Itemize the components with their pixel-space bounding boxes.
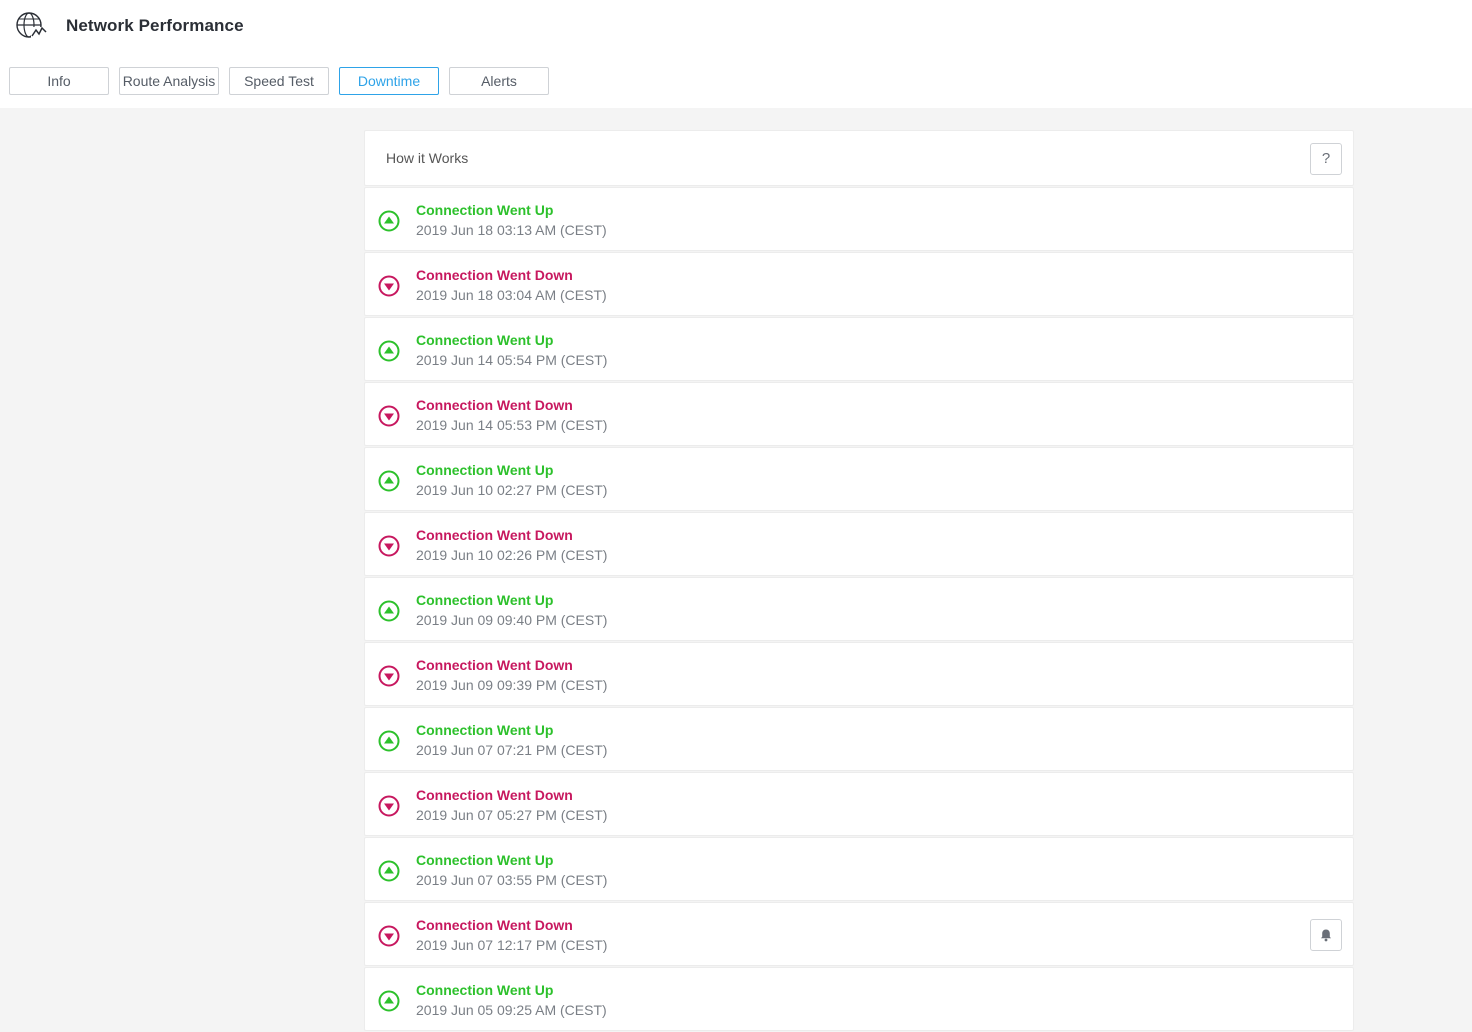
event-timestamp: 2019 Jun 10 02:26 PM (CEST) [416,547,608,563]
event-row: Connection Went Up 2019 Jun 14 05:54 PM (… [364,317,1354,381]
event-status: Connection Went Down [416,917,573,933]
bell-icon [1321,929,1331,942]
arrow-up-circle-icon [378,990,400,1012]
event-row: Connection Went Down 2019 Jun 07 12:17 PM… [364,902,1354,966]
help-button[interactable]: ? [1310,143,1342,175]
arrow-up-circle-icon [378,340,400,362]
event-row: Connection Went Up 2019 Jun 10 02:27 PM (… [364,447,1354,511]
event-status: Connection Went Up [416,202,554,218]
tab-alerts[interactable]: Alerts [449,67,549,95]
event-status: Connection Went Up [416,852,554,868]
bell-button[interactable] [1310,919,1342,951]
event-timestamp: 2019 Jun 07 03:55 PM (CEST) [416,872,608,888]
event-timestamp: 2019 Jun 18 03:04 AM (CEST) [416,287,607,303]
event-status: Connection Went Down [416,397,573,413]
tab-speed-test[interactable]: Speed Test [229,67,329,95]
arrow-down-circle-icon [378,925,400,947]
event-row: Connection Went Up 2019 Jun 07 03:55 PM (… [364,837,1354,901]
event-row: Connection Went Down 2019 Jun 10 02:26 PM… [364,512,1354,576]
event-timestamp: 2019 Jun 05 09:25 AM (CEST) [416,1002,607,1018]
arrow-up-circle-icon [378,470,400,492]
event-row: Connection Went Down 2019 Jun 07 05:27 PM… [364,772,1354,836]
event-timestamp: 2019 Jun 10 02:27 PM (CEST) [416,482,608,498]
arrow-down-circle-icon [378,275,400,297]
globe-chart-icon [16,12,48,38]
downtime-panel: How it Works ? Connection Went Up 2019 Ju… [364,130,1354,1032]
app-title: Network Performance [66,16,244,35]
arrow-up-circle-icon [378,730,400,752]
event-status: Connection Went Up [416,592,554,608]
event-status: Connection Went Down [416,267,573,283]
event-status: Connection Went Down [416,657,573,673]
event-timestamp: 2019 Jun 07 05:27 PM (CEST) [416,807,608,823]
event-row: Connection Went Up 2019 Jun 09 09:40 PM (… [364,577,1354,641]
event-timestamp: 2019 Jun 09 09:40 PM (CEST) [416,612,608,628]
arrow-down-circle-icon [378,405,400,427]
event-timestamp: 2019 Jun 07 12:17 PM (CEST) [416,937,608,953]
event-row: Connection Went Down 2019 Jun 18 03:04 AM… [364,252,1354,316]
event-timestamp: 2019 Jun 09 09:39 PM (CEST) [416,677,608,693]
event-status: Connection Went Up [416,722,554,738]
top-bar: Network Performance Info Route Analysis … [0,0,1472,108]
arrow-up-circle-icon [378,600,400,622]
event-status: Connection Went Down [416,787,573,803]
event-timestamp: 2019 Jun 14 05:54 PM (CEST) [416,352,608,368]
tab-downtime[interactable]: Downtime [339,67,439,95]
event-status: Connection Went Down [416,527,573,543]
arrow-down-circle-icon [378,535,400,557]
event-status: Connection Went Up [416,462,554,478]
arrow-down-circle-icon [378,665,400,687]
event-status: Connection Went Up [416,332,554,348]
event-row: Connection Went Up 2019 Jun 18 03:13 AM (… [364,187,1354,251]
event-row: Connection Went Down 2019 Jun 09 09:39 PM… [364,642,1354,706]
event-row: Connection Went Down 2019 Jun 14 05:53 PM… [364,382,1354,446]
event-row: Connection Went Up 2019 Jun 07 07:21 PM (… [364,707,1354,771]
tab-route-analysis[interactable]: Route Analysis [119,67,219,95]
arrow-down-circle-icon [378,795,400,817]
how-it-works-title: How it Works [386,150,469,166]
tab-info[interactable]: Info [9,67,109,95]
how-it-works-header[interactable]: How it Works ? [364,130,1354,186]
tab-bar: Info Route Analysis Speed Test Downtime … [9,67,549,95]
event-status: Connection Went Up [416,982,554,998]
event-timestamp: 2019 Jun 07 07:21 PM (CEST) [416,742,608,758]
event-list: Connection Went Up 2019 Jun 18 03:13 AM (… [364,187,1354,1031]
event-row: Connection Went Up 2019 Jun 05 09:25 AM (… [364,967,1354,1031]
event-timestamp: 2019 Jun 18 03:13 AM (CEST) [416,222,607,238]
arrow-up-circle-icon [378,210,400,232]
event-timestamp: 2019 Jun 14 05:53 PM (CEST) [416,417,608,433]
arrow-up-circle-icon [378,860,400,882]
